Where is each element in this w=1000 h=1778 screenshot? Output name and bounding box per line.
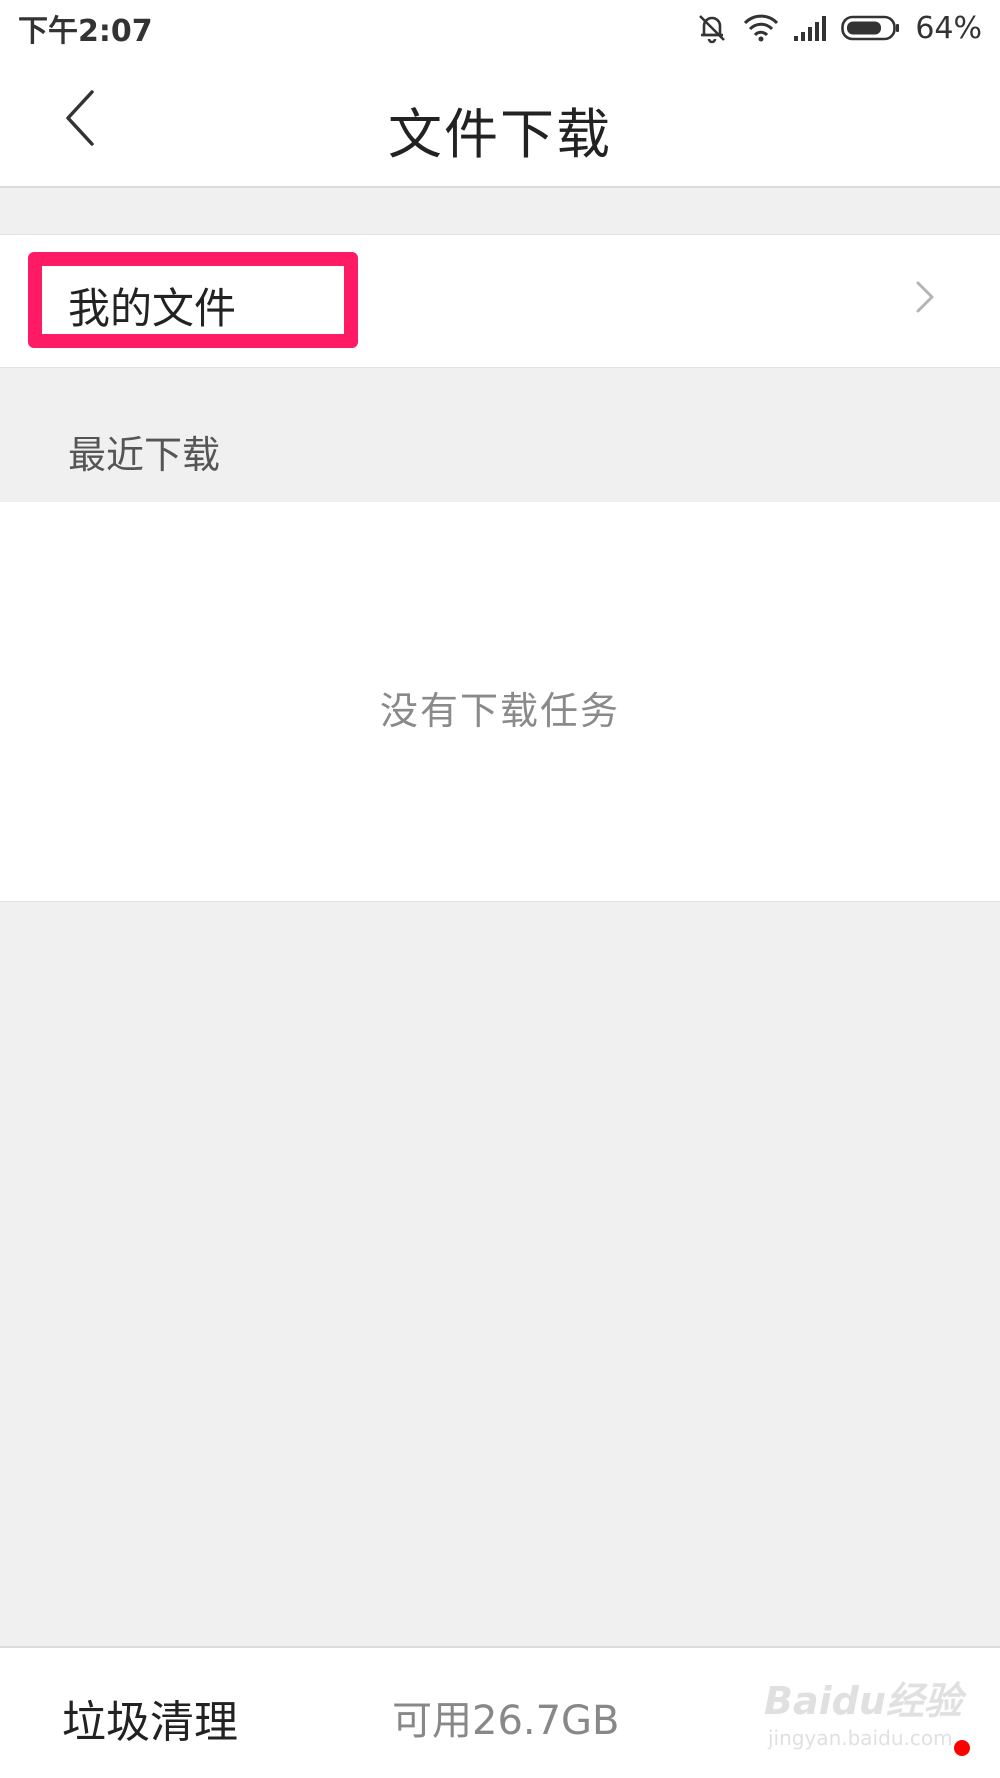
status-time: 下午2:07 — [18, 14, 153, 49]
recent-downloads-header: 最近下载 — [0, 368, 1000, 502]
my-files-row[interactable]: 我的文件 — [0, 234, 1000, 368]
storage-available: 可用26.7GB — [392, 1698, 620, 1744]
chevron-right-icon — [916, 281, 934, 313]
page-title: 文件下载 — [388, 103, 612, 166]
status-bar: 下午2:07 64% — [0, 0, 1000, 56]
watermark-url: jingyan.baidu.com — [768, 1726, 953, 1750]
recent-downloads-label: 最近下载 — [68, 433, 221, 477]
empty-state-text: 没有下载任务 — [379, 689, 620, 733]
header: 文件下载 — [0, 56, 1000, 188]
signal-icon — [793, 14, 827, 42]
mute-bell-icon — [695, 11, 729, 45]
baidu-watermark: Baidu经验 jingyan.baidu.com — [764, 1670, 984, 1766]
wifi-icon — [743, 13, 779, 43]
my-files-label: 我的文件 — [68, 284, 237, 333]
bottom-bar: 垃圾清理 可用26.7GB Baidu经验 jingyan.baidu.com — [0, 1646, 1000, 1778]
watermark-logo: Baidu经验 — [764, 1679, 962, 1723]
battery-percent: 64% — [915, 10, 982, 46]
status-icons: 64% — [695, 11, 982, 46]
downloads-list: 没有下载任务 — [0, 502, 1000, 902]
battery-icon — [841, 14, 901, 42]
junk-cleanup-button[interactable]: 垃圾清理 — [62, 1686, 238, 1750]
notification-dot — [954, 1740, 970, 1756]
screen: 下午2:07 64% 文件下载 我的文件 最近下载 没有下载任务 垃圾清理 可用… — [0, 0, 1000, 1778]
